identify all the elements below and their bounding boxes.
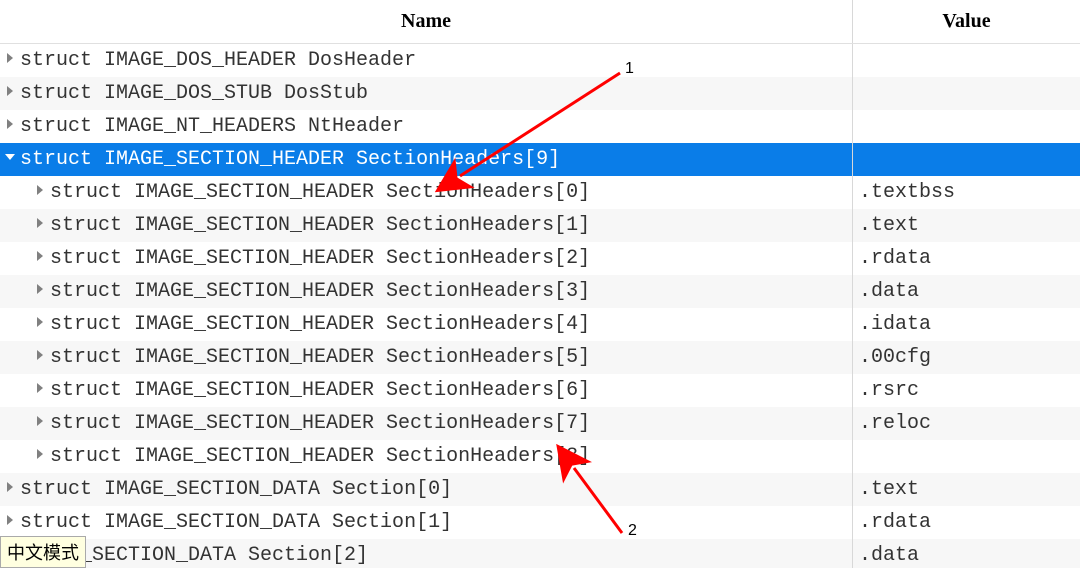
chevron-down-icon[interactable] (0, 151, 20, 168)
chevron-right-icon[interactable] (30, 184, 50, 201)
tree-row[interactable]: struct IMAGE_SECTION_HEADER SectionHeade… (0, 176, 1080, 209)
row-value-text: .rdata (853, 511, 1080, 534)
column-header-name[interactable]: Name (0, 0, 853, 43)
row-name-text: struct IMAGE_SECTION_DATA Section[0] (20, 478, 452, 501)
annotation-label-2: 2 (628, 522, 637, 540)
tree-body[interactable]: struct IMAGE_DOS_HEADER DosHeader struct … (0, 44, 1080, 568)
chevron-right-icon[interactable] (30, 448, 50, 465)
row-name-text: struct IMAGE_SECTION_HEADER SectionHeade… (50, 379, 590, 402)
chevron-right-icon[interactable] (0, 118, 20, 135)
row-value-text: .textbss (853, 181, 1080, 204)
chevron-right-icon[interactable] (30, 415, 50, 432)
row-name-text: struct IMAGE_SECTION_HEADER SectionHeade… (20, 148, 560, 171)
chevron-right-icon[interactable] (30, 316, 50, 333)
tree-row[interactable]: struct IMAGE_SECTION_HEADER SectionHeade… (0, 407, 1080, 440)
chevron-right-icon[interactable] (0, 85, 20, 102)
row-name-text: struct IMAGE_DOS_STUB DosStub (20, 82, 368, 105)
row-value-text: .text (853, 478, 1080, 501)
row-value-text: .reloc (853, 412, 1080, 435)
tree-row[interactable]: struct IMAGE_SECTION_HEADER SectionHeade… (0, 308, 1080, 341)
tree-row[interactable]: struct IMAGE_SECTION_HEADER SectionHeade… (0, 374, 1080, 407)
row-value-text: .data (853, 544, 1080, 567)
tree-row[interactable]: struct IMAGE_SECTION_HEADER SectionHeade… (0, 209, 1080, 242)
row-name-text: struct IMAGE_DOS_HEADER DosHeader (20, 49, 416, 72)
chevron-right-icon[interactable] (0, 514, 20, 531)
tree-row[interactable]: struct IMAGE_SECTION_HEADER SectionHeade… (0, 440, 1080, 473)
tree-row[interactable]: struct IMAGE_SECTION_HEADER SectionHeade… (0, 242, 1080, 275)
chevron-right-icon[interactable] (0, 481, 20, 498)
row-value-text: .data (853, 280, 1080, 303)
tree-row[interactable]: struct IMAGE_NT_HEADERS NtHeader (0, 110, 1080, 143)
tree-row[interactable]: struct IMAGE_SECTION_DATA Section[1] .rda… (0, 506, 1080, 539)
row-value-text: .idata (853, 313, 1080, 336)
chevron-right-icon[interactable] (0, 52, 20, 69)
tree-row[interactable]: IMAGE_SECTION_DATA Section[2].data (0, 539, 1080, 568)
chevron-right-icon[interactable] (30, 382, 50, 399)
ime-tooltip: 中文模式 (0, 536, 86, 568)
tree-row[interactable]: struct IMAGE_SECTION_HEADER SectionHeade… (0, 275, 1080, 308)
chevron-right-icon[interactable] (30, 283, 50, 300)
tree-row[interactable]: struct IMAGE_SECTION_DATA Section[0] .tex… (0, 473, 1080, 506)
row-value-text: .rdata (853, 247, 1080, 270)
tree-row[interactable]: struct IMAGE_SECTION_HEADER SectionHeade… (0, 341, 1080, 374)
row-name-text: struct IMAGE_SECTION_DATA Section[1] (20, 511, 452, 534)
chevron-right-icon[interactable] (30, 349, 50, 366)
row-name-text: struct IMAGE_NT_HEADERS NtHeader (20, 115, 404, 138)
row-name-text: struct IMAGE_SECTION_HEADER SectionHeade… (50, 247, 590, 270)
row-name-text: struct IMAGE_SECTION_HEADER SectionHeade… (50, 346, 590, 369)
ime-tooltip-text: 中文模式 (7, 543, 79, 563)
chevron-right-icon[interactable] (30, 217, 50, 234)
column-header-value[interactable]: Value (853, 0, 1080, 43)
annotation-label-1: 1 (625, 60, 634, 78)
table-header: Name Value (0, 0, 1080, 44)
row-name-text: struct IMAGE_SECTION_HEADER SectionHeade… (50, 412, 590, 435)
row-name-text: struct IMAGE_SECTION_HEADER SectionHeade… (50, 445, 590, 468)
chevron-right-icon[interactable] (30, 250, 50, 267)
row-name-text: struct IMAGE_SECTION_HEADER SectionHeade… (50, 181, 590, 204)
tree-row[interactable]: struct IMAGE_DOS_HEADER DosHeader (0, 44, 1080, 77)
row-value-text: .rsrc (853, 379, 1080, 402)
row-value-text: .00cfg (853, 346, 1080, 369)
tree-row[interactable]: struct IMAGE_DOS_STUB DosStub (0, 77, 1080, 110)
row-name-text: struct IMAGE_SECTION_HEADER SectionHeade… (50, 280, 590, 303)
tree-row[interactable]: struct IMAGE_SECTION_HEADER SectionHeade… (0, 143, 1080, 176)
row-value-text: .text (853, 214, 1080, 237)
row-name-text: struct IMAGE_SECTION_HEADER SectionHeade… (50, 313, 590, 336)
row-name-text: struct IMAGE_SECTION_HEADER SectionHeade… (50, 214, 590, 237)
